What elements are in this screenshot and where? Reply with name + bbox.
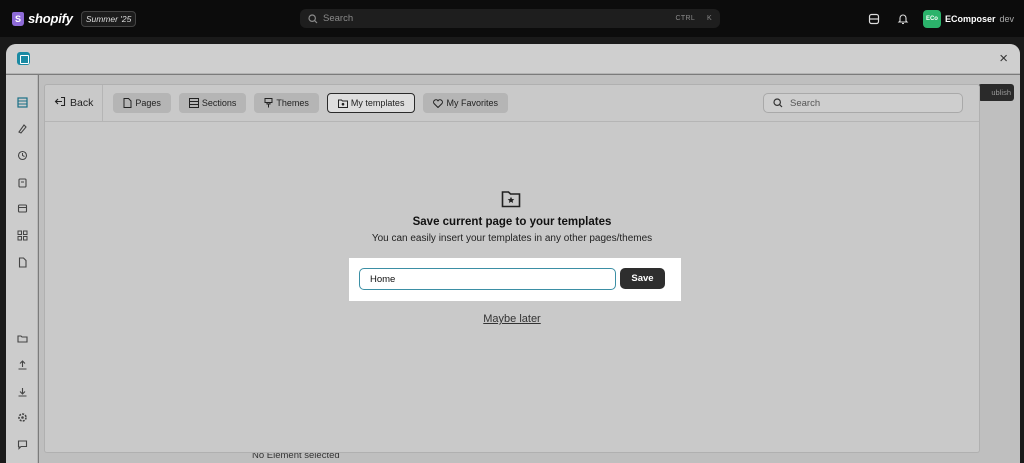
save-button[interactable]: Save bbox=[620, 268, 665, 289]
search-icon bbox=[773, 98, 783, 108]
topbar-actions: ECo EComposer dev bbox=[865, 9, 1014, 28]
template-search-input[interactable]: Search bbox=[763, 93, 963, 113]
tab-my-favorites-label: My Favorites bbox=[446, 98, 498, 108]
brush-icon[interactable] bbox=[15, 121, 29, 135]
back-arrow-icon bbox=[54, 96, 66, 110]
template-search-placeholder: Search bbox=[790, 97, 821, 109]
brand-name: shopify bbox=[28, 11, 73, 26]
save-dialog-subtitle: You can easily insert your templates in … bbox=[371, 233, 653, 244]
search-icon bbox=[308, 13, 318, 23]
shortcut-k: K bbox=[707, 15, 712, 22]
history-icon[interactable] bbox=[15, 148, 29, 162]
app-left-sidebar bbox=[6, 75, 38, 463]
global-search-placeholder: Search bbox=[323, 13, 354, 24]
tab-pages[interactable]: Pages bbox=[113, 93, 171, 113]
store-name[interactable]: EComposer bbox=[945, 14, 996, 24]
modal-toolbar: Back Pages Sections Themes My templates … bbox=[45, 84, 979, 122]
chat-icon[interactable] bbox=[15, 437, 29, 451]
template-tabs: Pages Sections Themes My templates My Fa… bbox=[113, 93, 516, 113]
download-icon[interactable] bbox=[15, 384, 29, 398]
edition-badge[interactable]: Summer '25 bbox=[80, 10, 137, 27]
shortcut-ctrl: CTRL bbox=[675, 15, 696, 22]
shopify-topbar: S shopify Summer '25 Search CTRL K ECo EC… bbox=[0, 0, 1024, 37]
publish-button[interactable]: ublish bbox=[978, 84, 1014, 101]
heart-icon bbox=[433, 98, 444, 108]
database-icon[interactable] bbox=[865, 10, 883, 28]
tab-pages-label: Pages bbox=[135, 98, 161, 108]
page-icon bbox=[123, 98, 132, 108]
folder-star-icon bbox=[337, 99, 348, 108]
back-button[interactable]: Back bbox=[45, 84, 104, 122]
maybe-later-link[interactable]: Maybe later bbox=[45, 313, 979, 325]
tab-themes[interactable]: Themes bbox=[254, 93, 319, 113]
search-shortcut: CTRL K bbox=[664, 15, 712, 22]
tab-themes-label: Themes bbox=[276, 98, 309, 108]
save-dialog-title: Save current page to your templates bbox=[412, 216, 612, 228]
settings-icon[interactable] bbox=[15, 410, 29, 424]
tab-my-templates[interactable]: My templates bbox=[326, 93, 416, 113]
store-tag: dev bbox=[999, 13, 1014, 24]
app-logo-icon bbox=[17, 52, 30, 65]
upload-icon[interactable] bbox=[15, 357, 29, 371]
apps-icon[interactable] bbox=[15, 228, 29, 242]
box-icon[interactable] bbox=[15, 201, 29, 215]
close-icon[interactable]: × bbox=[999, 50, 1008, 67]
templates-modal: Back Pages Sections Themes My templates … bbox=[45, 84, 979, 452]
global-search[interactable]: Search CTRL K bbox=[300, 9, 720, 28]
folder-icon[interactable] bbox=[15, 331, 29, 345]
shopify-bag-icon: S bbox=[12, 11, 24, 26]
tab-my-favorites[interactable]: My Favorites bbox=[423, 93, 508, 113]
sections-icon bbox=[188, 98, 199, 108]
file-icon[interactable] bbox=[15, 255, 29, 269]
back-label: Back bbox=[70, 97, 94, 109]
layers-icon[interactable] bbox=[15, 95, 29, 109]
brush-icon bbox=[264, 98, 273, 108]
store-avatar[interactable]: ECo bbox=[922, 9, 941, 28]
tab-my-templates-label: My templates bbox=[350, 98, 405, 108]
app-header: × bbox=[6, 44, 1020, 74]
tab-sections-label: Sections bbox=[201, 98, 237, 108]
shopify-logo[interactable]: S shopify bbox=[12, 11, 73, 26]
clipboard-icon[interactable] bbox=[15, 175, 29, 189]
bell-icon[interactable] bbox=[894, 10, 912, 28]
save-template-form: Save bbox=[349, 258, 681, 301]
folder-star-icon bbox=[501, 191, 521, 208]
template-name-input[interactable] bbox=[359, 268, 616, 290]
tab-sections[interactable]: Sections bbox=[178, 93, 247, 113]
